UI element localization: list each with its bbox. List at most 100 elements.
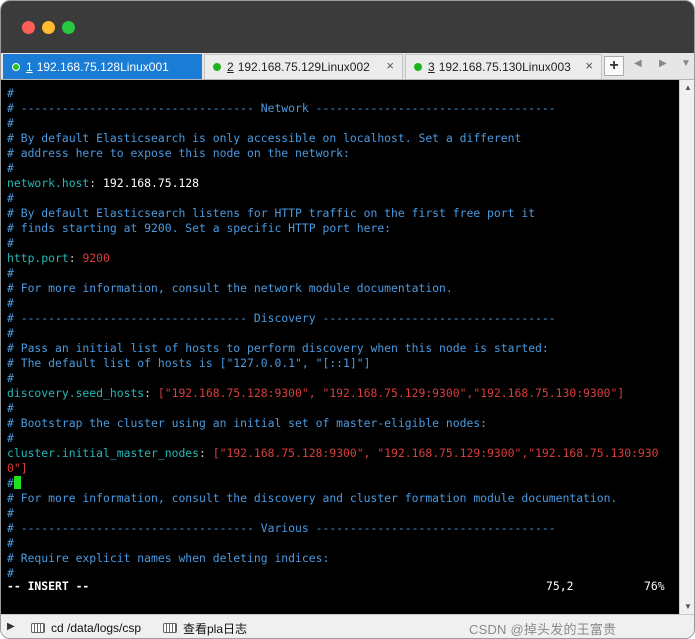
session-tab-bar: 1 192.168.75.128Linux001 2 192.168.75.12…: [1, 53, 694, 80]
terminal-line: # ---------------------------------- Net…: [7, 101, 556, 116]
terminal-text-segment: #: [7, 506, 14, 520]
terminal-text-segment: # By default Elasticsearch is only acces…: [7, 131, 522, 145]
terminal-line: #: [7, 536, 14, 551]
terminal-text-segment: #: [7, 536, 14, 550]
terminal-line: # By default Elasticsearch listens for H…: [7, 206, 535, 221]
terminal-output[interactable]: -- INSERT -- 75,2 76% # # ---------------…: [1, 80, 679, 614]
quick-command-view-log[interactable]: 查看pla日志: [163, 619, 247, 637]
tab-title: 192.168.75.129Linux002: [237, 60, 370, 74]
terminal-text-segment: 192.168.75.128: [103, 176, 200, 190]
terminal-line: #: [7, 161, 14, 176]
terminal-line: #: [7, 116, 14, 131]
terminal-line: # For more information, consult the disc…: [7, 491, 617, 506]
terminal-text-segment: #: [7, 326, 14, 340]
terminal-line: # For more information, consult the netw…: [7, 281, 453, 296]
terminal-text-segment: # ---------------------------------- Net…: [7, 101, 556, 115]
watermark-text: CSDN @掉头发的王富贵: [469, 622, 617, 637]
vim-scroll-percent: 76%: [644, 579, 665, 593]
quick-command-label: 查看pla日志: [183, 621, 248, 636]
terminal-line: #: [7, 236, 14, 251]
terminal-line: #: [7, 401, 14, 416]
terminal-line: #: [7, 191, 14, 206]
terminal-text-segment: network.host: [7, 176, 90, 190]
scroll-up-icon[interactable]: ▲: [684, 83, 692, 92]
terminal-text-segment: #: [7, 86, 14, 100]
keyboard-icon: [31, 623, 45, 633]
terminal-line: # address here to expose this node on th…: [7, 146, 350, 161]
tab-number: 3: [428, 60, 435, 74]
minimize-window-button[interactable]: [42, 21, 55, 34]
tab-number: 2: [227, 60, 234, 74]
terminal-text-segment: #: [7, 161, 14, 175]
terminal-line: # Pass an initial list of hosts to perfo…: [7, 341, 549, 356]
terminal-line: #: [7, 506, 14, 521]
session-tab-1[interactable]: 1 192.168.75.128Linux001: [3, 54, 202, 79]
terminal-line: #: [7, 431, 14, 446]
terminal-text-segment: ["192.168.75.128:9300", "192.168.75.129:…: [157, 386, 625, 400]
terminal-line: # Require explicit names when deleting i…: [7, 551, 329, 566]
terminal-line: # finds starting at 9200. Set a specific…: [7, 221, 391, 236]
terminal-line: # --------------------------------- Disc…: [7, 311, 556, 326]
terminal-line: cluster.initial_master_nodes: ["192.168.…: [7, 446, 659, 461]
vim-cursor-position: 75,2: [546, 579, 574, 593]
terminal-line: # ---------------------------------- Var…: [7, 521, 556, 536]
terminal-text-segment: # finds starting at 9200. Set a specific…: [7, 221, 392, 235]
terminal-text-segment: # By default Elasticsearch listens for H…: [7, 206, 536, 220]
terminal-text-segment: :: [68, 251, 83, 265]
terminal-line: #: [7, 566, 14, 581]
terminal-text-segment: cluster.initial_master_nodes: [7, 446, 200, 460]
terminal-text-segment: #: [7, 476, 14, 490]
terminal-text-segment: #: [7, 266, 14, 280]
terminal-text-segment: # Bootstrap the cluster using an initial…: [7, 416, 488, 430]
terminal-text-segment: #: [7, 371, 14, 385]
terminal-line: #: [7, 296, 14, 311]
vim-mode-indicator: -- INSERT --: [7, 579, 90, 593]
ssh-client-window: 1 192.168.75.128Linux001 2 192.168.75.12…: [0, 0, 695, 639]
terminal-text-segment: :: [89, 176, 104, 190]
terminal-text-segment: #: [7, 191, 14, 205]
terminal-text-segment: #: [7, 401, 14, 415]
terminal-line: #: [7, 326, 14, 341]
keyboard-icon: [163, 623, 177, 633]
command-bar-menu-icon[interactable]: ▶: [7, 621, 15, 632]
terminal-line: #: [7, 476, 21, 491]
terminal-line: # By default Elasticsearch is only acces…: [7, 131, 521, 146]
terminal-line: discovery.seed_hosts: ["192.168.75.128:9…: [7, 386, 624, 401]
close-tab-icon[interactable]: ×: [585, 58, 593, 73]
quick-command-cd-logs[interactable]: cd /data/logs/csp: [31, 619, 141, 637]
terminal-scrollbar[interactable]: ▲ ▼: [679, 80, 694, 614]
terminal-text-segment: #: [7, 116, 14, 130]
close-window-button[interactable]: [22, 21, 35, 34]
terminal-text-segment: #: [7, 566, 14, 580]
terminal-text-segment: # --------------------------------- Disc…: [7, 311, 556, 325]
tab-scroll-left-icon[interactable]: ◀: [634, 58, 642, 69]
terminal-line: #: [7, 86, 14, 101]
connected-status-icon: [12, 63, 20, 71]
terminal-text-segment: ["192.168.75.128:9300", "192.168.75.129:…: [212, 446, 659, 460]
terminal-text-segment: # For more information, consult the disc…: [7, 491, 618, 505]
terminal-text-segment: :: [144, 386, 158, 400]
terminal-line: # Bootstrap the cluster using an initial…: [7, 416, 487, 431]
terminal-text-segment: :: [199, 446, 213, 460]
text-cursor: [13, 476, 21, 489]
tab-scroll-right-icon[interactable]: ▶: [659, 58, 667, 69]
tab-list-dropdown-icon[interactable]: ▼: [681, 58, 691, 69]
add-tab-button[interactable]: +: [604, 56, 624, 76]
maximize-window-button[interactable]: [62, 21, 75, 34]
terminal-line: 0"]: [7, 461, 28, 476]
terminal-text-segment: discovery.seed_hosts: [7, 386, 145, 400]
scroll-down-icon[interactable]: ▼: [684, 602, 692, 611]
terminal-text-segment: 9200: [82, 251, 110, 265]
terminal-text-segment: # For more information, consult the netw…: [7, 281, 453, 295]
close-tab-icon[interactable]: ×: [386, 58, 394, 73]
terminal-text-segment: #: [7, 236, 14, 250]
terminal-text-segment: # Require explicit names when deleting i…: [7, 551, 330, 565]
terminal-text-segment: # address here to expose this node on th…: [7, 146, 350, 160]
terminal-line: # The default list of hosts is ["127.0.0…: [7, 356, 370, 371]
tab-title: 192.168.75.130Linux003: [438, 60, 571, 74]
terminal-line: #: [7, 266, 14, 281]
session-tab-2[interactable]: 2 192.168.75.129Linux002 ×: [204, 54, 403, 79]
session-tab-3[interactable]: 3 192.168.75.130Linux003 ×: [405, 54, 602, 79]
terminal-text-segment: # The default list of hosts is ["127.0.0…: [7, 356, 371, 370]
terminal-line: #: [7, 371, 14, 386]
